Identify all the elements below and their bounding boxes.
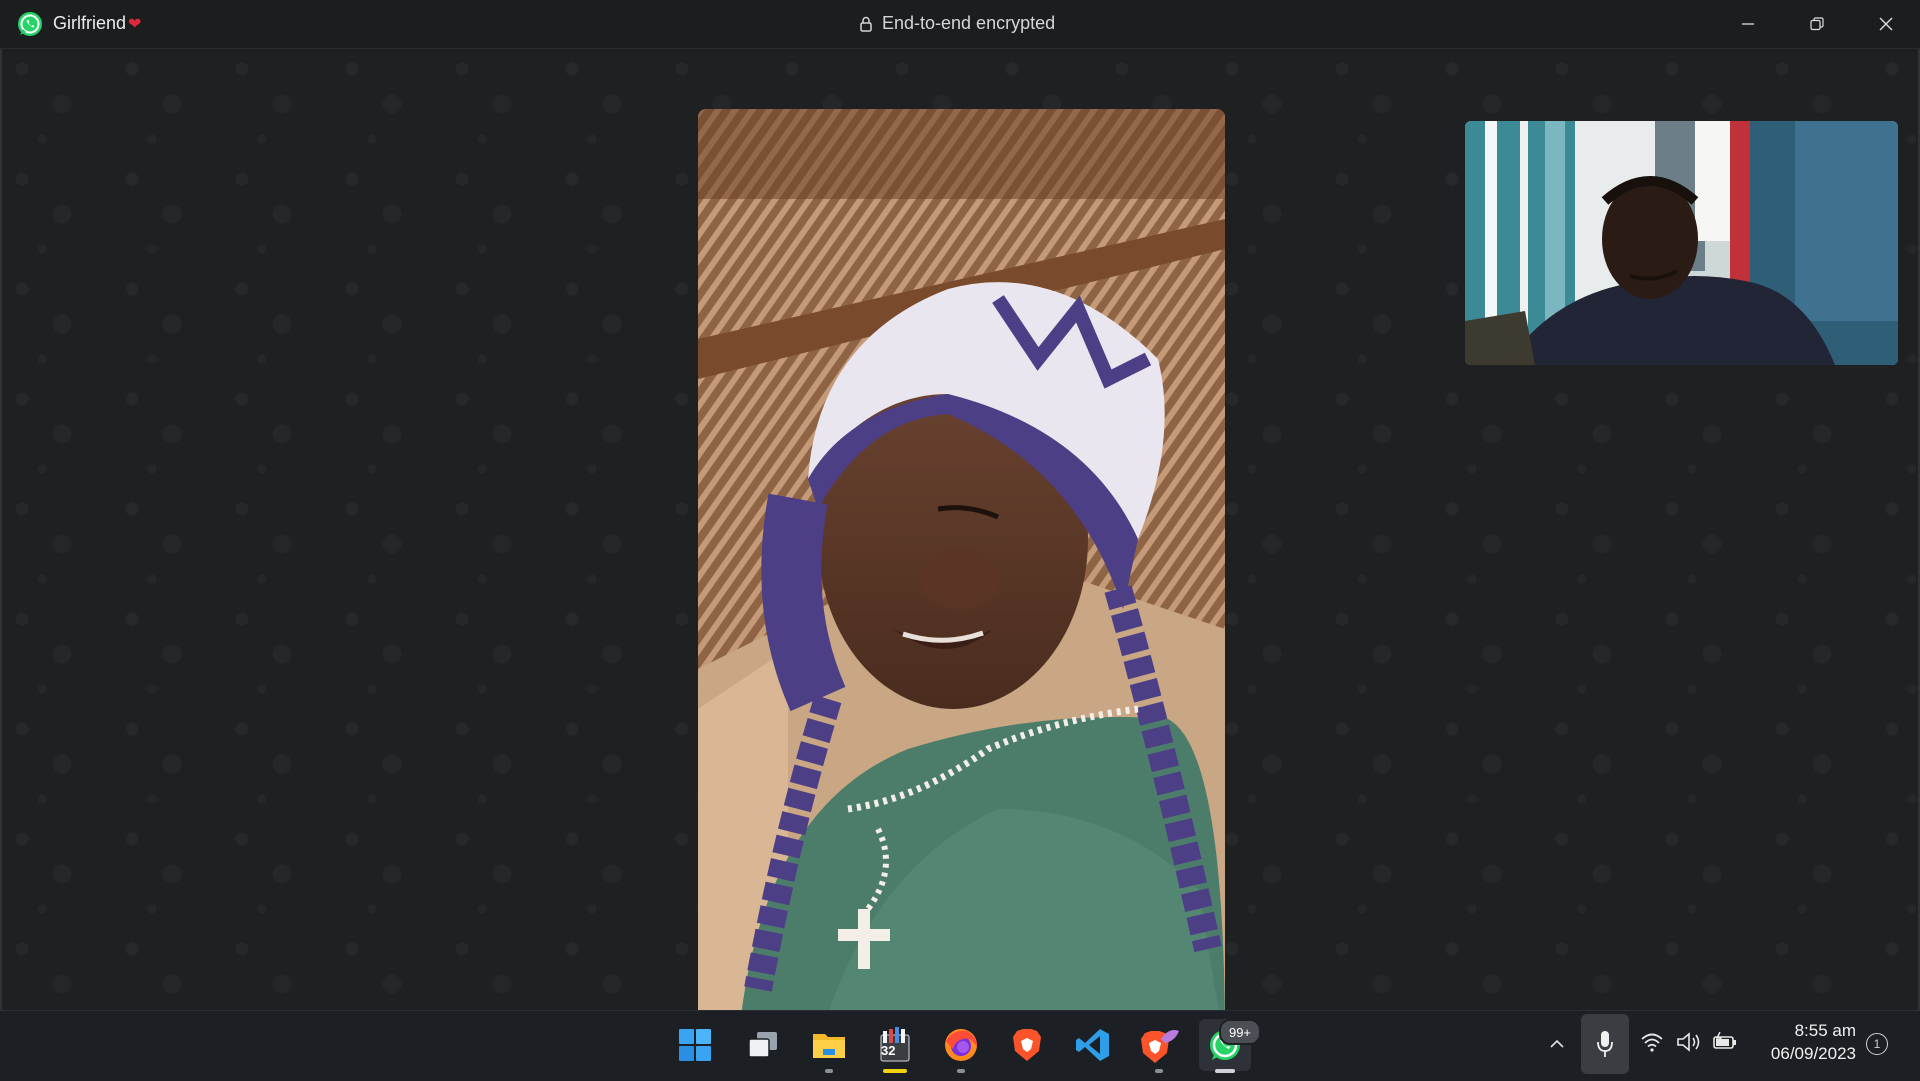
wifi-icon [1641, 1033, 1663, 1052]
running-indicator [1155, 1069, 1163, 1073]
active-indicator [1215, 1069, 1235, 1073]
battery-charging-icon [1713, 1031, 1736, 1049]
whatsapp-logo-icon [18, 12, 42, 36]
notification-badge[interactable]: 1 [1866, 1033, 1888, 1055]
contact-name: Girlfriend [53, 13, 127, 33]
clock-date: 06/09/2023 [1770, 1044, 1856, 1063]
firefox-icon [945, 1029, 977, 1061]
clock-time: 8:55 am [1794, 1021, 1856, 1040]
file-explorer-icon [813, 1034, 845, 1058]
minimize-button[interactable] [1713, 0, 1782, 48]
title-bar: Girlfriend ❤ End-to-end encrypted [0, 0, 1920, 49]
volume-button[interactable] [1676, 1032, 1702, 1057]
volume-icon [1677, 1032, 1700, 1052]
close-button[interactable] [1851, 0, 1920, 48]
self-video-frame [1465, 121, 1898, 365]
lock-icon [860, 16, 872, 32]
self-preview-video[interactable] [1465, 121, 1898, 365]
unread-badge: 99+ [1219, 1019, 1261, 1045]
brave-beta-button[interactable] [1133, 1019, 1185, 1073]
brave-icon [1013, 1029, 1041, 1061]
file-explorer-button[interactable] [803, 1019, 855, 1073]
remote-participant-video[interactable] [698, 109, 1225, 1045]
taskbar: 32 [0, 1010, 1920, 1081]
battery-button[interactable] [1712, 1031, 1738, 1057]
minimize-icon [1741, 23, 1754, 25]
window-controls [1713, 0, 1920, 48]
start-icon [679, 1029, 711, 1061]
remote-video-frame [698, 109, 1225, 1045]
close-icon [1879, 17, 1892, 31]
heart-icon: ❤ [128, 16, 142, 33]
firefox-button[interactable] [935, 1019, 987, 1073]
task-view-button[interactable] [737, 1019, 789, 1071]
active-indicator [883, 1069, 907, 1073]
restore-icon [1809, 17, 1824, 31]
media-app-label: 32 [881, 1043, 896, 1058]
brave-button[interactable] [1001, 1019, 1053, 1071]
encryption-status: End-to-end encrypted [860, 13, 1055, 34]
network-button[interactable] [1640, 1032, 1664, 1057]
microphone-indicator[interactable] [1581, 1014, 1629, 1074]
running-indicator [825, 1069, 833, 1073]
media-app-button[interactable]: 32 [869, 1019, 921, 1073]
microphone-icon [1597, 1031, 1613, 1057]
task-view-icon [748, 1032, 777, 1058]
start-button[interactable] [669, 1019, 721, 1071]
running-indicator [957, 1069, 965, 1073]
video-call-area [0, 49, 1920, 1045]
restore-button[interactable] [1782, 0, 1851, 48]
chevron-up-icon [1550, 1039, 1564, 1048]
vscode-button[interactable] [1067, 1019, 1119, 1071]
brave-beta-icon [1141, 1030, 1179, 1063]
encryption-label: End-to-end encrypted [882, 13, 1056, 33]
show-hidden-icons-button[interactable] [1545, 1032, 1569, 1056]
vscode-icon [1076, 1029, 1109, 1061]
